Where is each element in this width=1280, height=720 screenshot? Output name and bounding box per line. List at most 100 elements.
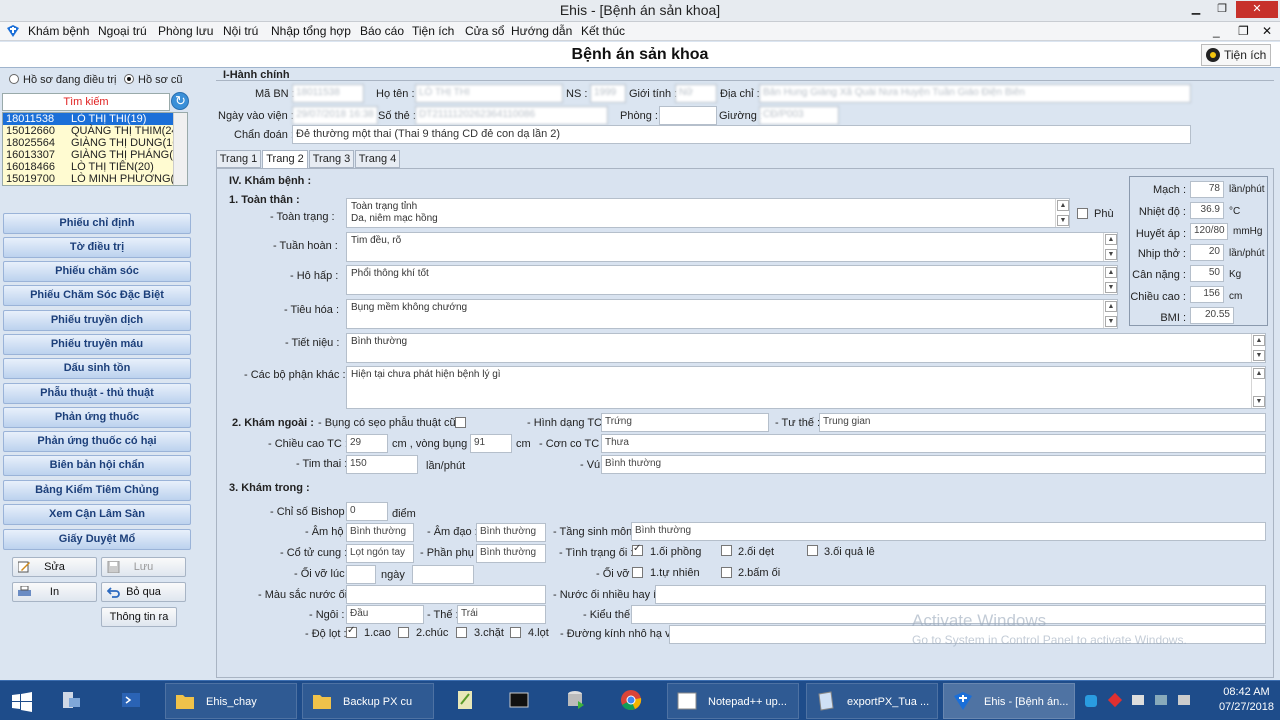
nav-phau-thuat[interactable]: Phẫu thuật - thủ thuật (3, 383, 191, 404)
bishop-field[interactable]: 0 (346, 502, 388, 521)
menu-bao-cao[interactable]: Báo cáo (360, 24, 404, 38)
so-the-field[interactable]: DT2111120262364110086 (415, 106, 608, 125)
the-field[interactable]: Trái (457, 605, 546, 624)
inner-close-button[interactable]: ✕ (1262, 24, 1272, 38)
tu-the-field[interactable]: Trung gian (819, 413, 1266, 432)
menu-ngoai-tru[interactable]: Ngoại trú (98, 24, 147, 38)
menu-cua-so[interactable]: Cửa sổ (465, 24, 504, 38)
chieu-cao-field[interactable]: 156 (1190, 286, 1224, 303)
nuoc-oi-field[interactable] (655, 585, 1266, 604)
nav-phieu-cham-soc-dac-biet[interactable]: Phiếu Chăm Sóc Đặc Biệt (3, 285, 191, 306)
tray-skype-icon[interactable] (1085, 683, 1099, 719)
radio-dang-dieu-tri[interactable]: Hồ sơ đang điều trị (9, 74, 116, 86)
nav-phieu-cham-soc[interactable]: Phiếu chăm sóc (3, 261, 191, 282)
nav-dau-sinh-ton[interactable]: Dấu sinh tồn (3, 358, 191, 379)
nav-phieu-chi-dinh[interactable]: Phiếu chỉ định (3, 213, 191, 234)
nav-phan-ung-thuoc[interactable]: Phản ứng thuốc (3, 407, 191, 428)
do-lot-chuc-checkbox[interactable] (398, 627, 409, 638)
vong-bung-field[interactable]: 91 (470, 434, 512, 453)
taskbar-ehis[interactable]: Ehis - [Bệnh án... (943, 683, 1075, 719)
mach-field[interactable]: 78 (1190, 181, 1224, 198)
menu-tien-ich[interactable]: Tiện ích (412, 24, 454, 38)
refresh-icon[interactable] (171, 92, 189, 110)
mau-sac-nuoc-oi-field[interactable] (346, 585, 546, 604)
tuan-hoan-textarea[interactable]: Tim đều, rõ ▲ ▼ (346, 232, 1118, 262)
nav-phieu-truyen-dich[interactable]: Phiếu truyền dịch (3, 310, 191, 331)
cmd-button[interactable] (500, 683, 540, 719)
oi-vo-luc-field[interactable] (346, 565, 376, 584)
scrollbar[interactable]: ▲ ▼ (1251, 334, 1265, 362)
tray-network-icon[interactable] (1155, 683, 1169, 719)
skip-button[interactable]: Bỏ qua (101, 582, 186, 602)
clock[interactable]: 08:42 AM 07/27/2018 (1219, 685, 1274, 715)
nhip-tho-field[interactable]: 20 (1190, 244, 1224, 261)
nhiet-do-field[interactable]: 36.9 (1190, 202, 1224, 219)
powershell-button[interactable] (112, 683, 152, 719)
edit-button[interactable]: Sửa (12, 557, 97, 577)
nav-bien-ban-hoi-chan[interactable]: Biên bản hội chẩn (3, 455, 191, 476)
tray-flag-icon[interactable] (1132, 683, 1146, 719)
phong-field[interactable] (659, 106, 717, 125)
list-scrollbar[interactable] (173, 113, 187, 185)
tab-trang-4[interactable]: Trang 4 (355, 150, 400, 168)
thong-tin-ra-button[interactable]: Thông tin ra (101, 607, 177, 627)
server-manager-button[interactable] (52, 683, 92, 719)
tab-trang-1[interactable]: Trang 1 (216, 150, 261, 168)
maximize-button[interactable]: ❐ (1210, 1, 1234, 18)
do-lot-lot-checkbox[interactable] (510, 627, 521, 638)
ho-ten-field[interactable]: LÒ THỊ THI (415, 84, 563, 103)
print-button[interactable]: In (12, 582, 97, 602)
con-co-field[interactable]: Thưa (601, 434, 1266, 453)
bam-oi-checkbox[interactable] (721, 567, 732, 578)
menu-ket-thuc[interactable]: Kết thúc (581, 24, 625, 38)
tray-volume-icon[interactable] (1178, 683, 1192, 719)
do-lot-cao-checkbox[interactable] (346, 625, 357, 638)
ngoi-field[interactable]: Đầu (346, 605, 424, 624)
nav-to-dieu-tri[interactable]: Tờ điều trị (3, 237, 191, 258)
vu-field[interactable]: Bình thường (601, 455, 1266, 474)
list-item[interactable]: 16018466 LÒ THỊ TIÊN(20) (3, 161, 187, 173)
toan-trang-textarea[interactable]: Toàn trạng tỉnh Da, niêm mạc hồng ▲ ▼ (346, 198, 1070, 228)
menu-noi-tru[interactable]: Nội trú (223, 24, 258, 38)
save-button[interactable]: Lưu (101, 557, 186, 577)
nav-giay-duyet-mo[interactable]: Giấy Duyệt Mổ (3, 529, 191, 550)
inner-minimize-button[interactable]: _ (1213, 24, 1220, 38)
list-item[interactable]: 18025564 GIÀNG THỊ DUNG(16) (3, 137, 187, 149)
co-tu-cung-field[interactable]: Lọt ngón tay (346, 544, 414, 563)
tab-trang-2[interactable]: Trang 2 (262, 150, 308, 169)
sql-button[interactable] (556, 683, 596, 719)
oi-phong-checkbox[interactable] (632, 543, 643, 556)
taskbar-exportpx[interactable]: exportPX_Tua ... (806, 683, 938, 719)
menu-nhap-tong-hop[interactable]: Nhập tổng hợp (271, 24, 351, 38)
nav-bang-kiem-tiem-chung[interactable]: Bảng Kiểm Tiêm Chủng (3, 480, 191, 501)
bmi-field[interactable]: 20.55 (1190, 307, 1234, 324)
am-ho-field[interactable]: Bình thường (346, 523, 414, 542)
search-input[interactable]: Tìm kiếm (2, 93, 170, 111)
nav-phan-ung-thuoc-co-hai[interactable]: Phản ứng thuốc có hại (3, 431, 191, 452)
tab-trang-3[interactable]: Trang 3 (309, 150, 354, 168)
tray-diamond-icon[interactable] (1107, 683, 1124, 719)
ns-field[interactable]: 1999 (590, 84, 626, 103)
minimize-button[interactable]: ▁ (1184, 1, 1208, 18)
nav-xem-can-lam-san[interactable]: Xem Cận Lâm Sàn (3, 504, 191, 525)
list-item[interactable]: 15019700 LÒ MINH PHƯƠNG(18) (3, 173, 187, 185)
oi-qua-le-checkbox[interactable] (807, 545, 818, 556)
notepad-plus-button[interactable] (446, 683, 486, 719)
tang-sinh-mon-field[interactable]: Bình thường (631, 522, 1266, 541)
can-nang-field[interactable]: 50 (1190, 265, 1224, 282)
list-item[interactable]: 18011538 LÒ THỊ THI(19) (3, 113, 187, 125)
phan-phu-field[interactable]: Bình thường (476, 544, 546, 563)
ma-bn-field[interactable]: 18011538 (292, 84, 364, 103)
tu-nhien-checkbox[interactable] (632, 567, 643, 578)
radio-ho-so-cu[interactable]: Hồ sơ cũ (124, 74, 183, 86)
tim-thai-field[interactable]: 150 (346, 455, 418, 474)
dia-chi-field[interactable]: Bản Hung Giàng Xã Quài Nưa Huyện Tuần Gi… (759, 84, 1191, 103)
list-item[interactable]: 15012660 QUÀNG THỊ THIM(24) (3, 125, 187, 137)
tiet-nieu-textarea[interactable]: Bình thường ▲ ▼ (346, 333, 1266, 363)
giuong-field[interactable]: CĐ/P003 (759, 106, 839, 125)
chrome-button[interactable] (612, 683, 652, 719)
close-button[interactable]: ✕ (1236, 1, 1278, 18)
scrollbar[interactable]: ▲ ▼ (1103, 266, 1117, 294)
list-item[interactable]: 16013307 GIÀNG THỊ PHÁNG(19) (3, 149, 187, 161)
menu-phong-luu[interactable]: Phòng lưu (158, 24, 213, 38)
